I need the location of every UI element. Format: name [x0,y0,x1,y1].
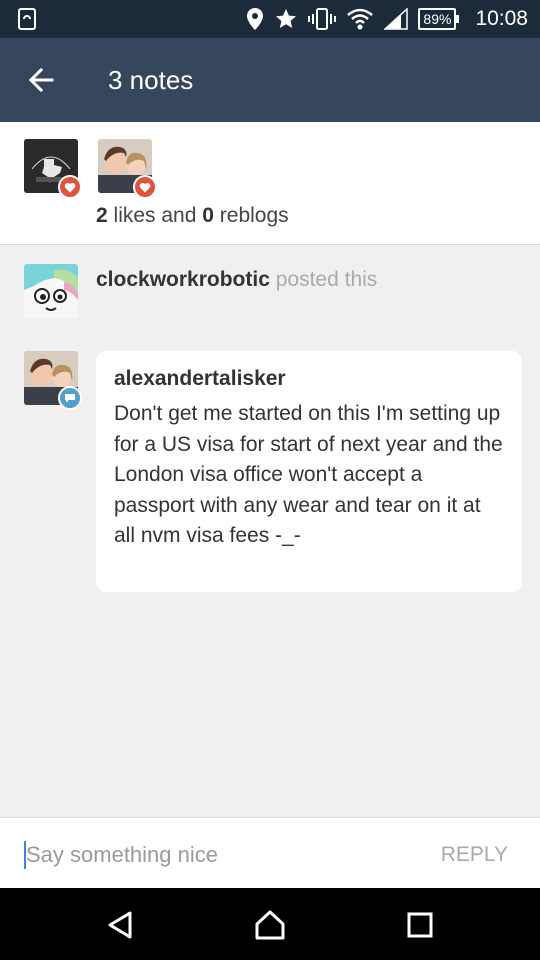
star-icon [276,9,297,28]
likes-section: 2 likes and 0 reblogs [0,122,540,245]
nav-back-icon[interactable] [103,908,137,942]
commenter-username[interactable]: alexandertalisker [114,365,504,393]
text-cursor [24,841,26,869]
posted-label: posted this [269,268,378,291]
cartoon-avatar-image [24,264,78,318]
nav-home-icon[interactable] [253,908,287,942]
comment-text: Don't get me started on this I'm setting… [114,402,503,547]
nav-recents-icon[interactable] [403,908,437,942]
battery-indicator: 89% [418,8,460,30]
heart-badge-icon [58,175,82,199]
reply-input[interactable]: Say something nice [26,841,218,869]
cell-signal-icon [384,8,409,30]
comment-bubble: alexandertalisker Don't get me started o… [96,351,522,592]
wifi-icon [347,8,374,30]
avatar-poster[interactable] [24,264,78,318]
poster-username[interactable]: clockworkrobotic [96,268,270,291]
posted-text: clockworkrobotic posted this [96,268,377,292]
system-nav-bar [0,888,540,960]
vibrate-icon [308,8,337,30]
posted-note: clockworkrobotic posted this [0,244,540,334]
clock: 10:08 [475,7,528,30]
location-icon [247,8,264,30]
battery-level: 89% [418,8,457,30]
likes-reblogs-summary: 2 likes and 0 reblogs [96,204,289,228]
status-bar: 89% 10:08 [0,0,540,38]
heart-badge-icon [133,175,157,199]
screenshot-notification-icon [18,8,36,30]
reply-button[interactable]: REPLY [441,841,508,869]
page-title: 3 notes [108,65,194,95]
likes-label: likes and [107,204,203,227]
app-bar: 3 notes [0,38,540,122]
likes-count: 2 [96,204,108,227]
back-arrow-icon[interactable] [26,64,58,96]
reply-bar: Say something nice REPLY [0,817,540,889]
reblogs-label: reblogs [213,204,289,227]
chat-bubble-badge-icon [58,386,82,410]
reblogs-count: 0 [202,204,214,227]
